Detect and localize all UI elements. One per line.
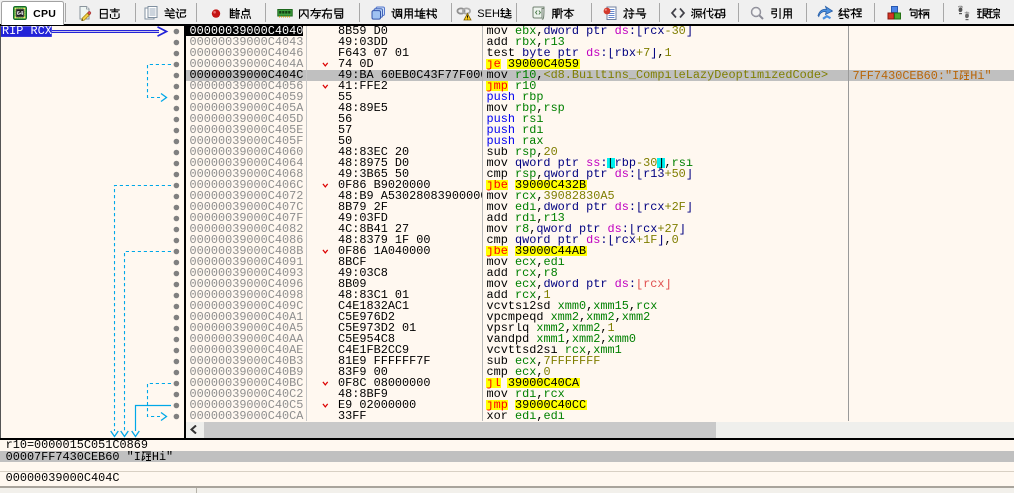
svg-text:64: 64	[17, 11, 24, 17]
